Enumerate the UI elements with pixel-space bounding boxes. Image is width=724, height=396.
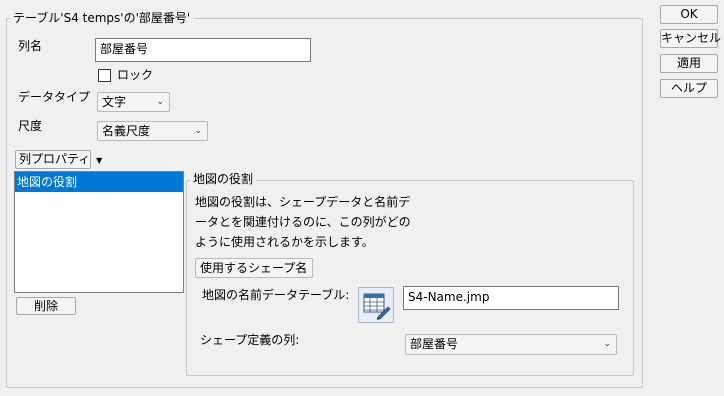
triangle-down-icon: ▼ bbox=[96, 156, 103, 165]
name-table-label: 地図の名前データテーブル: bbox=[202, 288, 350, 302]
column-name-label: 列名 bbox=[18, 39, 43, 53]
modeling-type-select[interactable]: 名義尺度 ⌄ bbox=[97, 121, 208, 141]
map-role-title: 地図の役割 bbox=[190, 172, 257, 186]
apply-button[interactable]: 適用 bbox=[660, 54, 718, 73]
data-table-icon[interactable] bbox=[358, 287, 394, 323]
lock-label: ロック bbox=[117, 68, 154, 82]
cancel-button[interactable]: キャンセル bbox=[660, 29, 721, 48]
chevron-down-icon: ⌄ bbox=[156, 97, 164, 107]
column-properties-label: 列プロパティ bbox=[19, 152, 91, 166]
map-role-description-line-2: ータとを関連付けるのに、この列がどの bbox=[195, 215, 411, 229]
list-item[interactable]: 地図の役割 bbox=[15, 172, 183, 192]
map-role-description-line-3: ように使用されるかを示します。 bbox=[195, 235, 374, 249]
chevron-down-icon: ⌄ bbox=[299, 263, 307, 273]
column-properties-menu-button[interactable]: 列プロパティ ▼ bbox=[15, 150, 102, 169]
chevron-down-icon: ⌄ bbox=[194, 126, 202, 136]
name-table-input[interactable]: S4-Name.jmp bbox=[403, 286, 619, 310]
column-name-input[interactable]: 部屋番号 bbox=[95, 38, 311, 62]
data-type-select[interactable]: 文字 ⌄ bbox=[97, 92, 170, 112]
shape-column-label: シェープ定義の列: bbox=[200, 333, 300, 347]
data-type-value: 文字 bbox=[102, 95, 127, 109]
help-button[interactable]: ヘルプ bbox=[660, 79, 718, 98]
map-role-type-value: 使用するシェープ名 bbox=[200, 261, 308, 275]
column-properties-list[interactable]: 地図の役割 bbox=[14, 171, 184, 293]
dialog-title: テーブル'S4 temps'の'部屋番号' bbox=[10, 11, 194, 25]
map-role-description-line-1: 地図の役割は、シェープデータと名前デ bbox=[195, 195, 411, 209]
chevron-down-icon: ⌄ bbox=[603, 339, 611, 349]
lock-checkbox[interactable] bbox=[98, 69, 111, 82]
data-type-label: データタイプ bbox=[18, 90, 91, 104]
delete-button[interactable]: 削除 bbox=[16, 297, 76, 315]
shape-column-select[interactable]: 部屋番号 ⌄ bbox=[405, 334, 617, 355]
modeling-type-value: 名義尺度 bbox=[102, 124, 151, 138]
map-role-type-select[interactable]: 使用するシェープ名 ⌄ bbox=[195, 258, 313, 278]
shape-column-value: 部屋番号 bbox=[410, 337, 459, 351]
modeling-type-label: 尺度 bbox=[18, 119, 43, 133]
ok-button[interactable]: OK bbox=[660, 5, 718, 24]
